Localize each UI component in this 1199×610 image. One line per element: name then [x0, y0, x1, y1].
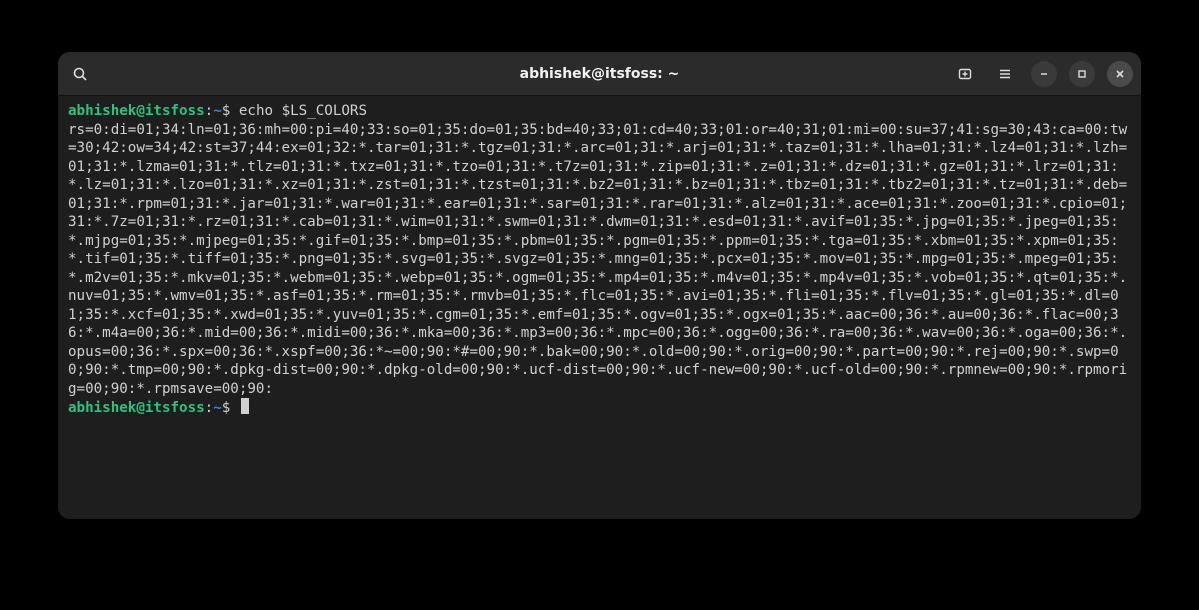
- terminal-window: abhishek@itsfoss: ~: [58, 52, 1141, 519]
- prompt-symbol: $: [222, 103, 231, 119]
- maximize-button[interactable]: [1069, 61, 1095, 87]
- prompt-separator: :: [205, 103, 214, 119]
- prompt-path: ~: [213, 400, 222, 416]
- prompt-symbol: $: [222, 400, 231, 416]
- titlebar: abhishek@itsfoss: ~: [58, 52, 1141, 96]
- prompt-user-host: abhishek@itsfoss: [68, 103, 205, 119]
- prompt-path: ~: [213, 103, 222, 119]
- terminal-body[interactable]: abhishek@itsfoss:~$ echo $LS_COLORS rs=0…: [58, 96, 1141, 519]
- prompt-separator: :: [205, 400, 214, 416]
- new-tab-icon[interactable]: [951, 60, 979, 88]
- minimize-button[interactable]: [1031, 61, 1057, 87]
- window-title-text: abhishek@itsfoss: ~: [520, 66, 680, 82]
- command-text: echo $LS_COLORS: [239, 103, 367, 119]
- cursor: [241, 398, 249, 414]
- hamburger-menu-icon[interactable]: [991, 60, 1019, 88]
- command-output: rs=0:di=01;34:ln=01;36:mh=00:pi=40;33:so…: [68, 122, 1127, 397]
- search-icon[interactable]: [66, 60, 94, 88]
- close-button[interactable]: [1107, 61, 1133, 87]
- prompt-user-host: abhishek@itsfoss: [68, 400, 205, 416]
